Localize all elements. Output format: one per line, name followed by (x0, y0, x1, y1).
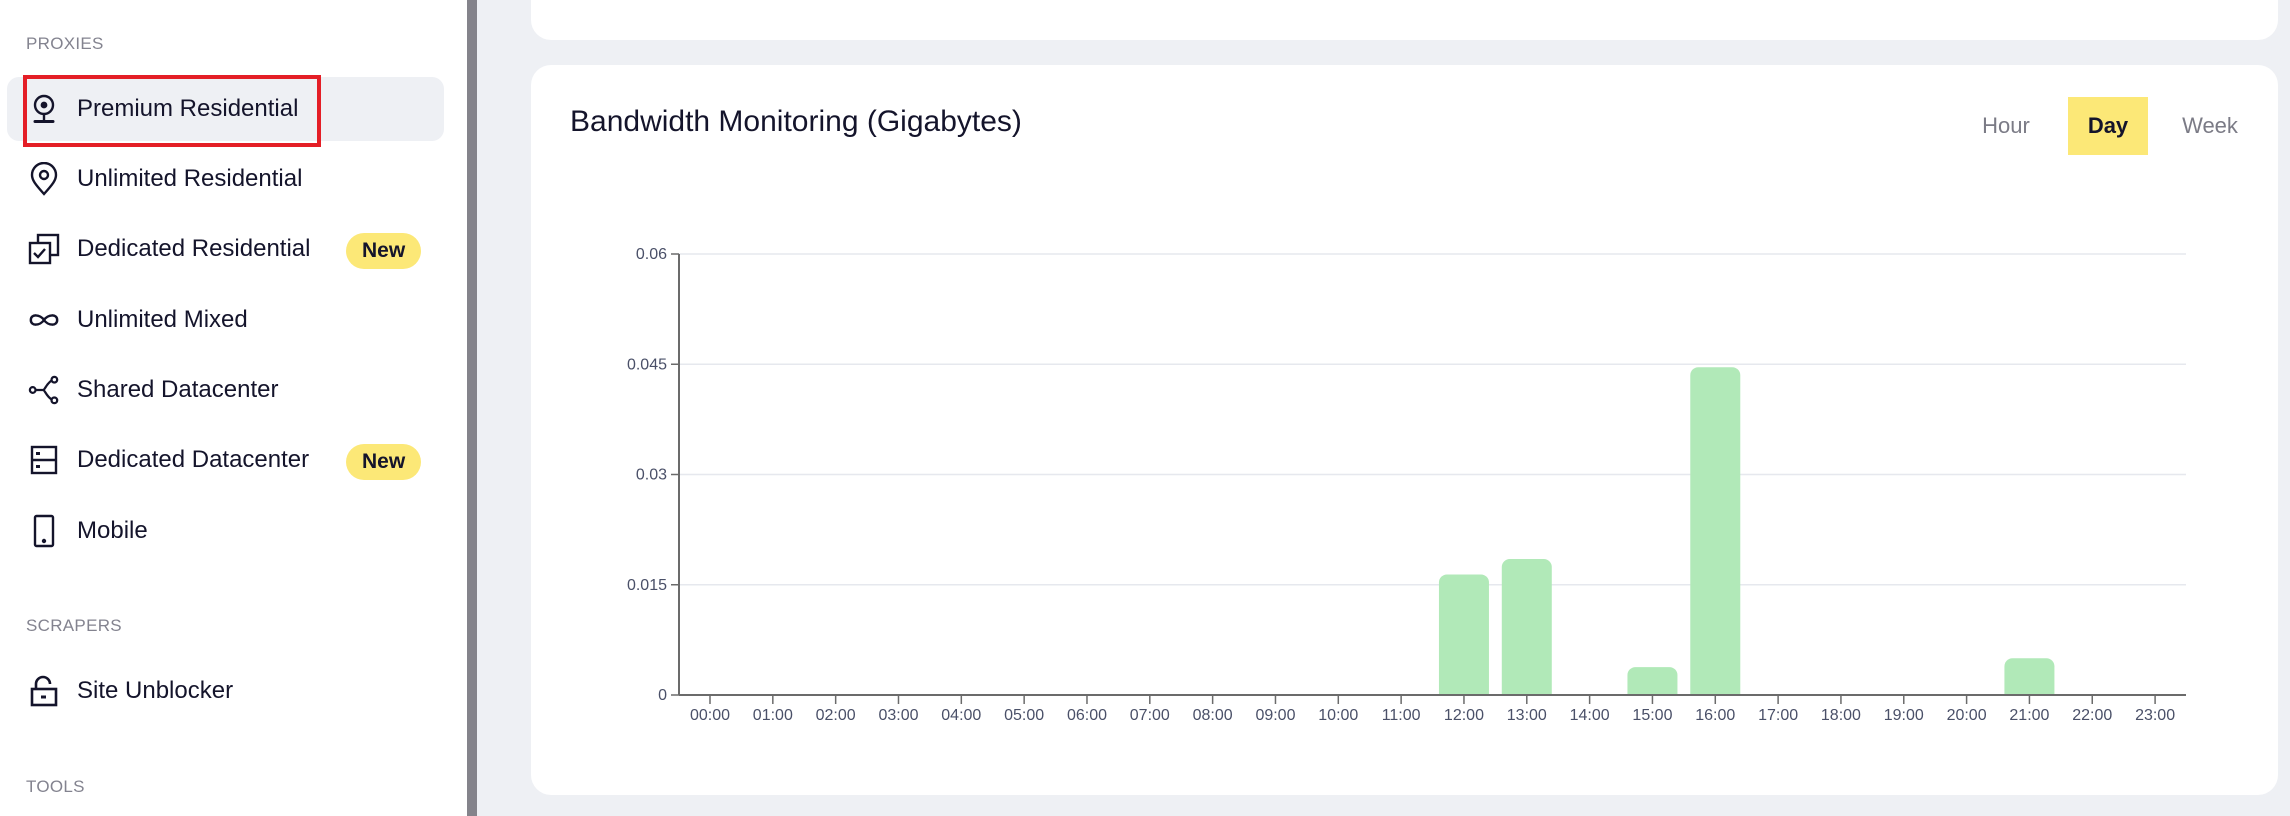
x-tick-label: 00:00 (690, 707, 730, 724)
x-tick-label: 08:00 (1193, 707, 1233, 724)
x-tick-label: 09:00 (1255, 707, 1295, 724)
x-tick-label: 12:00 (1444, 707, 1484, 724)
x-tick-label: 04:00 (941, 707, 981, 724)
x-tick-label: 01:00 (753, 707, 793, 724)
x-tick-label: 02:00 (816, 707, 856, 724)
y-tick-label: 0.03 (636, 467, 667, 484)
y-tick-label: 0.06 (636, 246, 667, 263)
x-tick-label: 14:00 (1570, 707, 1610, 724)
x-tick-label: 22:00 (2072, 707, 2112, 724)
bandwidth-chart: 0 0.015 0.03 0.045 0.06 00:00 01:00 02:00 03:00 0… (627, 246, 2186, 724)
x-tick-label: 20:00 (1947, 707, 1987, 724)
x-tick-label: 13:00 (1507, 707, 1547, 724)
x-tick-label: 03:00 (878, 707, 918, 724)
bar-1600 (1690, 367, 1741, 703)
bar-1200 (1438, 574, 1489, 703)
y-tick-label: 0.045 (627, 356, 667, 373)
x-tick-label: 17:00 (1758, 707, 1798, 724)
x-tick-label: 11:00 (1382, 707, 1421, 724)
x-tick-label: 07:00 (1130, 707, 1170, 724)
x-tick-label: 06:00 (1067, 707, 1107, 724)
x-tick-label: 15:00 (1632, 707, 1672, 724)
y-tick-label: 0 (658, 687, 667, 704)
x-tick-label: 21:00 (2009, 707, 2049, 724)
x-tick-label: 05:00 (1004, 707, 1044, 724)
bar-1300 (1501, 559, 1552, 703)
x-tick-label: 16:00 (1695, 707, 1735, 724)
x-tick-label: 23:00 (2135, 707, 2175, 724)
x-tick-label: 19:00 (1884, 707, 1924, 724)
y-tick-label: 0.015 (627, 577, 667, 594)
x-tick-label: 18:00 (1821, 707, 1861, 724)
x-tick-label: 10:00 (1318, 707, 1358, 724)
